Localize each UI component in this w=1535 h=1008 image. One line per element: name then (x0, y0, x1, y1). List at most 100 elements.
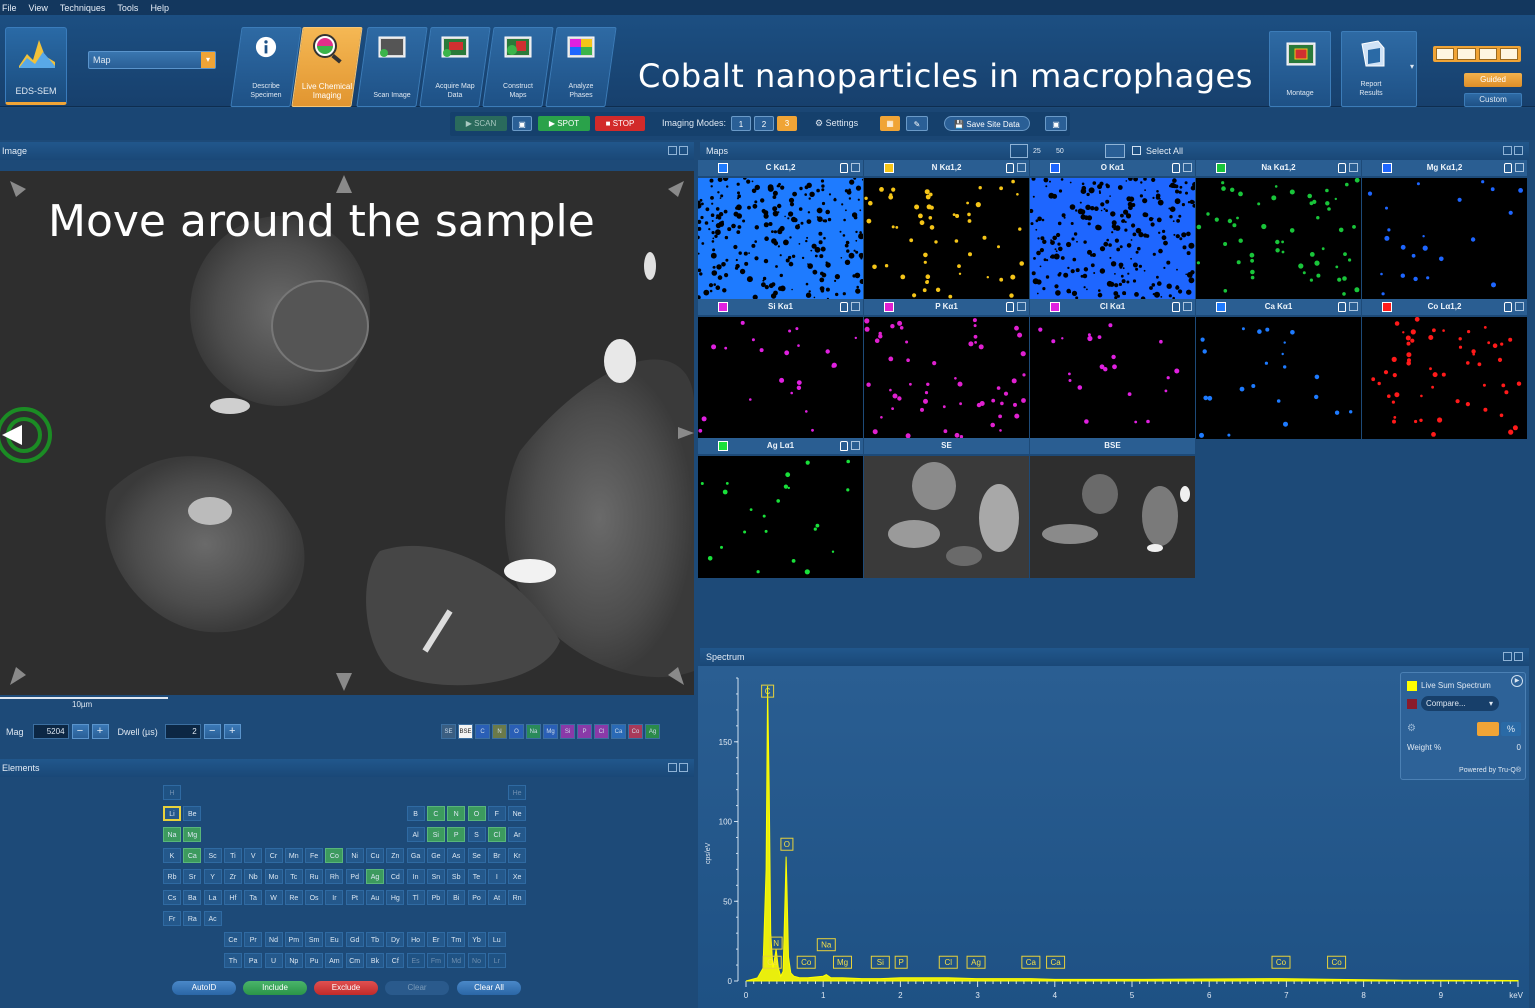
lock-icon[interactable] (1338, 302, 1346, 312)
element-sc[interactable]: Sc (203, 848, 222, 863)
chip-o[interactable]: O (509, 724, 524, 739)
map-color-swatch[interactable] (1382, 163, 1392, 173)
chip-si[interactable]: Si (560, 724, 575, 739)
popout-icon[interactable] (679, 763, 688, 772)
lock-icon[interactable] (1504, 163, 1512, 173)
element-f[interactable]: F (487, 806, 506, 821)
element-ca[interactable]: Ca (183, 848, 202, 863)
element-c[interactable]: C (426, 806, 445, 821)
element-ar[interactable]: Ar (508, 827, 527, 842)
report-results-button[interactable]: Report Results ▾ (1341, 31, 1417, 107)
layout-icon[interactable] (1478, 48, 1497, 60)
element-cd[interactable]: Cd (386, 869, 405, 884)
element-au[interactable]: Au (366, 890, 384, 905)
compare-dropdown[interactable]: Compare... ▾ (1421, 696, 1499, 711)
element-u[interactable]: U (264, 953, 283, 968)
element-tc[interactable]: Tc (284, 869, 303, 884)
expand-icon[interactable] (1503, 146, 1512, 155)
element-mo[interactable]: Mo (264, 869, 283, 884)
element-he[interactable]: He (508, 785, 527, 800)
chip-co[interactable]: Co (628, 724, 643, 739)
dwell-increase-button[interactable]: + (223, 724, 241, 739)
element-pr[interactable]: Pr (244, 932, 263, 947)
element-cs[interactable]: Cs (163, 890, 181, 905)
element-pb[interactable]: Pb (426, 890, 445, 905)
mag-increase-button[interactable]: + (91, 724, 109, 739)
eds-sem-button[interactable]: EDS-SEM (5, 27, 67, 105)
element-es[interactable]: Es (406, 953, 425, 968)
close-icon[interactable] (1017, 302, 1026, 311)
close-icon[interactable] (1515, 302, 1524, 311)
element-mn[interactable]: Mn (284, 848, 303, 863)
mode-select[interactable]: Map ▾ (88, 51, 216, 69)
element-la[interactable]: La (203, 890, 222, 905)
report-menu-arrow[interactable]: ▾ (1410, 62, 1414, 71)
element-np[interactable]: Np (284, 953, 303, 968)
element-th[interactable]: Th (223, 953, 242, 968)
menu-help[interactable]: Help (150, 3, 169, 13)
compare-view-icon[interactable]: ▦ (880, 116, 900, 131)
element-tl[interactable]: Tl (406, 890, 425, 905)
element-al[interactable]: Al (406, 827, 425, 842)
step-construct-maps[interactable]: Construct Maps (482, 27, 554, 107)
expand-icon[interactable] (668, 763, 677, 772)
select-all-checkbox[interactable] (1132, 146, 1141, 155)
map-color-swatch[interactable] (884, 302, 894, 312)
menu-tools[interactable]: Tools (117, 3, 138, 13)
element-tm[interactable]: Tm (447, 932, 466, 947)
element-cf[interactable]: Cf (386, 953, 405, 968)
map-tile[interactable]: SE (864, 438, 1029, 578)
lock-icon[interactable] (1006, 302, 1014, 312)
close-icon[interactable] (1349, 163, 1358, 172)
element-dy[interactable]: Dy (386, 932, 405, 947)
element-rb[interactable]: Rb (163, 869, 181, 884)
element-ne[interactable]: Ne (508, 806, 527, 821)
element-md[interactable]: Md (447, 953, 466, 968)
mag-decrease-button[interactable]: − (71, 724, 89, 739)
include-button[interactable]: Include (243, 981, 307, 995)
lock-icon[interactable] (1172, 302, 1180, 312)
chip-p[interactable]: P (577, 724, 592, 739)
lock-icon[interactable] (1504, 302, 1512, 312)
step-scan-image[interactable]: Scan Image (356, 27, 428, 107)
clear-button[interactable]: Clear (385, 981, 449, 995)
step-acquire-map-data[interactable]: Acquire Map Data (419, 27, 491, 107)
element-k[interactable]: K (163, 848, 181, 863)
element-er[interactable]: Er (426, 932, 445, 947)
imaging-mode-3[interactable]: 3 (777, 116, 797, 131)
line-tool-icon[interactable] (1010, 144, 1028, 158)
element-zr[interactable]: Zr (223, 869, 242, 884)
element-ir[interactable]: Ir (325, 890, 344, 905)
layout-icon[interactable] (1436, 48, 1455, 60)
expand-icon[interactable] (668, 146, 677, 155)
element-kr[interactable]: Kr (508, 848, 527, 863)
element-re[interactable]: Re (284, 890, 303, 905)
element-co[interactable]: Co (325, 848, 344, 863)
element-gd[interactable]: Gd (345, 932, 364, 947)
element-ni[interactable]: Ni (345, 848, 364, 863)
element-no[interactable]: No (467, 953, 486, 968)
element-ho[interactable]: Ho (406, 932, 425, 947)
element-bi[interactable]: Bi (447, 890, 466, 905)
electron-image[interactable] (0, 171, 694, 695)
step-describe-specimen[interactable]: Describe Specimen (230, 27, 302, 107)
zoom-25-button[interactable]: 25 (1033, 143, 1041, 161)
scan-button[interactable]: ▶ SCAN (455, 116, 507, 131)
element-mg[interactable]: Mg (183, 827, 202, 842)
element-po[interactable]: Po (467, 890, 486, 905)
element-as[interactable]: As (447, 848, 466, 863)
element-se[interactable]: Se (467, 848, 486, 863)
map-tile[interactable]: Si Kα1 (698, 299, 863, 439)
element-n[interactable]: N (447, 806, 466, 821)
map-color-swatch[interactable] (718, 441, 728, 451)
element-cm[interactable]: Cm (345, 953, 364, 968)
element-fm[interactable]: Fm (426, 953, 445, 968)
step-live-chemical-imaging[interactable]: Live Chemical Imaging (291, 27, 363, 107)
dwell-decrease-button[interactable]: − (203, 724, 221, 739)
element-eu[interactable]: Eu (325, 932, 344, 947)
exclude-button[interactable]: Exclude (314, 981, 378, 995)
frame-icon[interactable]: ▣ (512, 116, 532, 131)
map-tile[interactable]: Na Kα1,2 (1196, 160, 1361, 300)
element-sn[interactable]: Sn (426, 869, 445, 884)
element-nb[interactable]: Nb (244, 869, 263, 884)
